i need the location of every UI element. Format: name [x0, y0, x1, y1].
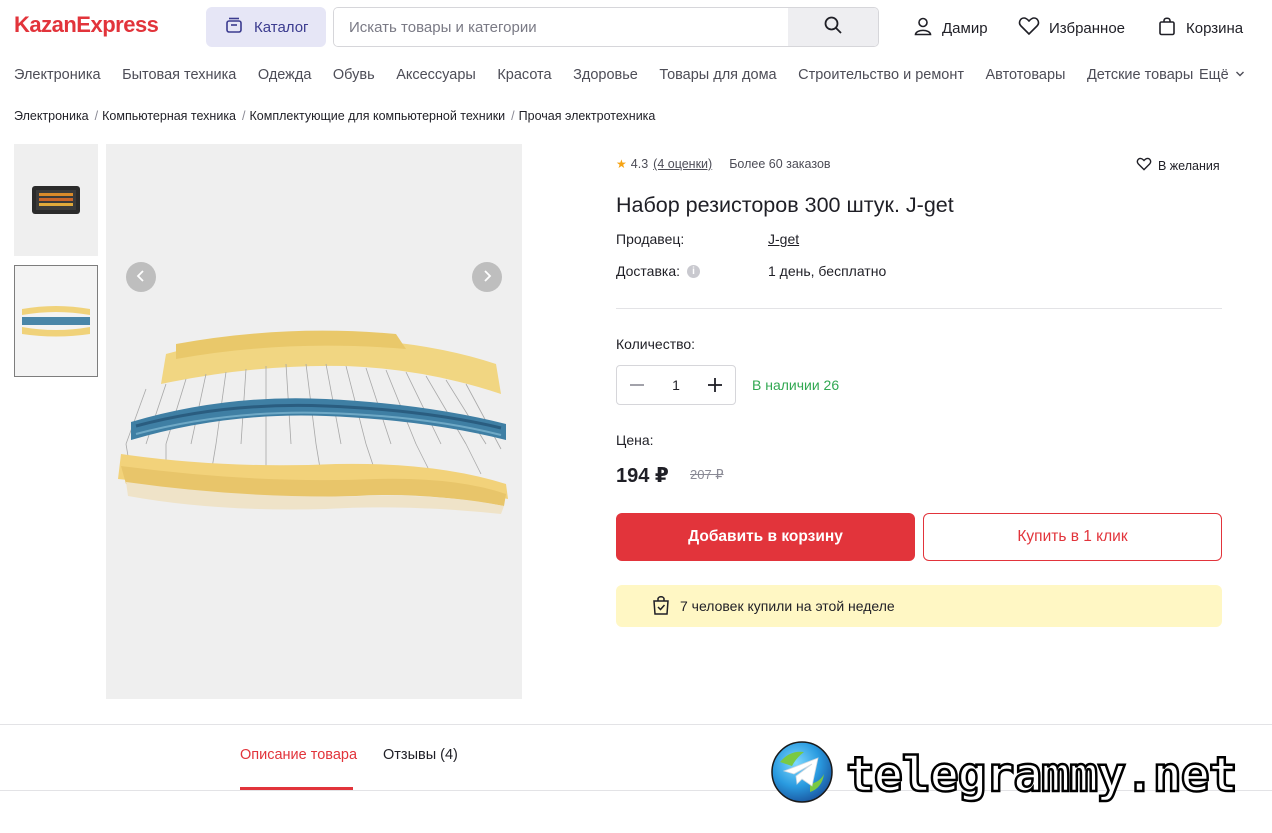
breadcrumb-separator: /	[242, 109, 246, 123]
category-electronics[interactable]: Электроника	[14, 67, 101, 83]
reviews-link[interactable]: (4 оценки)	[653, 157, 712, 171]
user-profile-link[interactable]: Дамир	[913, 16, 988, 40]
product-thumbnail[interactable]	[14, 144, 98, 256]
plus-icon	[707, 378, 722, 392]
delivery-label-row: Доставка: i	[616, 263, 701, 279]
shopping-bag-check-icon	[652, 595, 670, 618]
next-image-button[interactable]	[472, 262, 502, 292]
delivery-value: 1 день, бесплатно	[768, 263, 887, 279]
minus-icon	[630, 384, 644, 386]
product-main-image	[106, 144, 522, 699]
category-accessories[interactable]: Аксессуары	[396, 67, 476, 83]
rating-row: ★ 4.3 (4 оценки) Более 60 заказов	[616, 157, 831, 171]
add-to-wishlist-button[interactable]: В желания	[1136, 157, 1220, 174]
category-kids[interactable]: Детские товары	[1087, 67, 1193, 83]
cart-link[interactable]: Корзина	[1157, 16, 1243, 40]
product-thumbnail-selected[interactable]	[14, 265, 98, 377]
category-beauty[interactable]: Красота	[497, 67, 551, 83]
quantity-value[interactable]: 1	[672, 377, 680, 393]
catalog-button[interactable]: Каталог	[206, 7, 326, 47]
notice-text: 7 человек купили на этой неделе	[680, 598, 895, 614]
favorites-link[interactable]: Избранное	[1018, 16, 1125, 40]
chevron-down-icon	[1235, 67, 1245, 83]
favorites-label: Избранное	[1049, 19, 1126, 37]
resistor-box-image	[32, 186, 80, 214]
breadcrumb-item[interactable]: Электроника	[14, 109, 89, 123]
more-categories-button[interactable]: Ещё	[1199, 67, 1245, 83]
breadcrumb-separator: /	[94, 109, 99, 123]
more-label: Ещё	[1199, 67, 1229, 83]
wishlist-label: В желания	[1158, 158, 1220, 173]
category-clothing[interactable]: Одежда	[258, 67, 312, 83]
current-price: 194 ₽	[616, 465, 669, 487]
heart-icon	[1136, 157, 1152, 174]
user-name: Дамир	[942, 19, 988, 37]
resistor-set-photo	[118, 330, 508, 514]
increase-quantity-button[interactable]	[707, 377, 723, 393]
telegram-logo-icon	[770, 740, 834, 809]
resistor-strip-image	[22, 306, 90, 337]
logo[interactable]: KazanExpress	[14, 12, 159, 38]
quantity-label: Количество:	[616, 336, 696, 352]
quantity-stepper: 1	[616, 365, 736, 405]
star-icon: ★	[616, 157, 627, 171]
decrease-quantity-button[interactable]	[629, 377, 645, 393]
shopping-bag-icon	[1157, 16, 1177, 40]
user-icon	[913, 16, 933, 40]
search-button[interactable]	[788, 8, 878, 46]
prev-image-button[interactable]	[126, 262, 156, 292]
price-label: Цена:	[616, 432, 654, 448]
search-bar	[333, 7, 879, 47]
category-shoes[interactable]: Обувь	[333, 67, 375, 83]
tab-description[interactable]: Описание товара	[240, 747, 357, 763]
rating-value: 4.3	[630, 157, 649, 171]
buy-one-click-button[interactable]: Купить в 1 клик	[923, 513, 1222, 561]
breadcrumb-item[interactable]: Прочая электротехника	[519, 109, 656, 123]
seller-label: Продавец:	[616, 231, 685, 247]
chevron-right-icon	[482, 269, 492, 285]
purchases-notice: 7 человек купили на этой неделе	[616, 585, 1222, 627]
search-input[interactable]	[334, 8, 788, 46]
category-construction[interactable]: Строительство и ремонт	[798, 67, 964, 83]
watermark: telegrammy.net	[770, 740, 1239, 809]
search-icon	[823, 15, 843, 40]
seller-link[interactable]: J-get	[768, 231, 799, 247]
orders-count: Более 60 заказов	[729, 157, 831, 171]
category-home[interactable]: Товары для дома	[659, 67, 776, 83]
catalog-icon	[224, 15, 244, 40]
category-health[interactable]: Здоровье	[573, 67, 638, 83]
watermark-text: telegrammy.net	[845, 745, 1239, 804]
tabs-top-divider	[0, 724, 1272, 725]
delivery-label: Доставка:	[616, 263, 681, 279]
product-title: Набор резисторов 300 штук. J-get	[616, 193, 954, 217]
add-to-cart-button[interactable]: Добавить в корзину	[616, 513, 915, 561]
divider	[616, 308, 1222, 309]
category-auto[interactable]: Автотовары	[986, 67, 1066, 83]
chevron-left-icon	[136, 269, 146, 285]
tab-reviews[interactable]: Отзывы (4)	[383, 747, 458, 763]
category-appliances[interactable]: Бытовая техника	[122, 67, 236, 83]
heart-icon	[1018, 16, 1040, 40]
breadcrumb-separator: /	[511, 109, 515, 123]
old-price: 207 ₽	[690, 467, 724, 482]
stock-status: В наличии 26	[752, 377, 840, 393]
breadcrumb-item[interactable]: Компьютерная техника	[102, 109, 236, 123]
catalog-label: Каталог	[254, 18, 309, 36]
cart-label: Корзина	[1186, 19, 1244, 37]
info-icon[interactable]: i	[687, 264, 701, 278]
breadcrumb-item[interactable]: Комплектующие для компьютерной техники	[250, 109, 506, 123]
category-nav: Электроника Бытовая техника Одежда Обувь…	[14, 67, 1215, 83]
breadcrumb: Электроника / Компьютерная техника / Ком…	[14, 109, 655, 123]
